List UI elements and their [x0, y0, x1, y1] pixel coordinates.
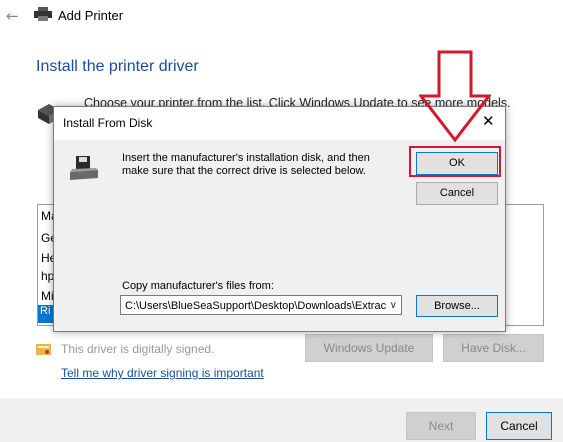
- ok-highlight-box: [409, 146, 501, 177]
- page-heading: Install the printer driver: [36, 58, 199, 75]
- signed-status-text: This driver is digitally signed.: [61, 342, 215, 356]
- printer-icon: [34, 7, 52, 21]
- dialog-message: Insert the manufacturer's installation d…: [122, 152, 370, 177]
- chevron-down-icon[interactable]: ∨: [387, 296, 397, 314]
- dialog-title: Install From Disk: [63, 116, 153, 130]
- dialog-cancel-button[interactable]: Cancel: [416, 182, 498, 205]
- have-disk-button[interactable]: Have Disk...: [443, 334, 544, 362]
- copy-from-label: Copy manufacturer's files from:: [122, 280, 274, 292]
- back-arrow-icon[interactable]: ←: [6, 7, 19, 25]
- cancel-button[interactable]: Cancel: [486, 412, 552, 440]
- dialog-body: Insert the manufacturer's installation d…: [54, 140, 505, 331]
- signed-certificate-icon: [36, 344, 51, 355]
- copy-from-path-combobox[interactable]: C:\Users\BlueSeaSupport\Desktop\Download…: [120, 295, 402, 315]
- browse-button[interactable]: Browse...: [416, 295, 498, 317]
- driver-signing-link[interactable]: Tell me why driver signing is important: [61, 366, 264, 380]
- wizard-footer: [0, 398, 563, 442]
- red-down-arrow-icon: [419, 50, 491, 142]
- list-item-selected[interactable]: Ri: [38, 305, 54, 323]
- window-title: Add Printer: [58, 8, 124, 23]
- disk-drive-icon: [70, 156, 98, 180]
- windows-update-button[interactable]: Windows Update: [305, 334, 433, 362]
- path-value: C:\Users\BlueSeaSupport\Desktop\Download…: [125, 300, 387, 312]
- next-button[interactable]: Next: [406, 412, 476, 440]
- list-item[interactable]: Mi: [41, 289, 54, 303]
